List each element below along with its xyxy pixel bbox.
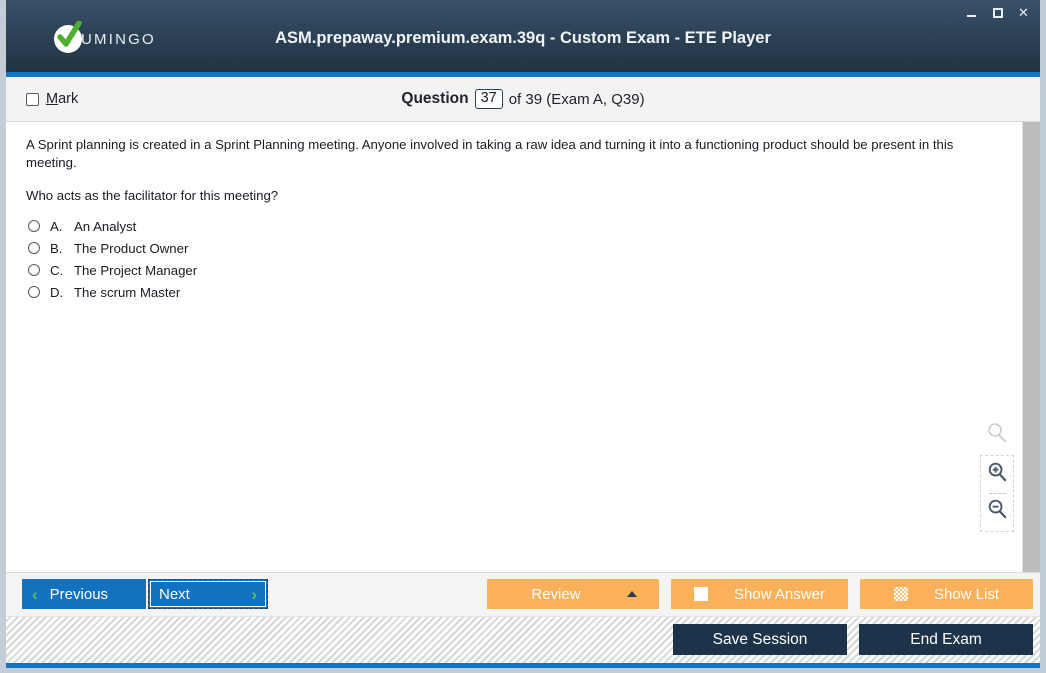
review-label: Review xyxy=(531,585,581,603)
answer-option-d[interactable]: D. The scrum Master xyxy=(26,285,1006,300)
window-title: ASM.prepaway.premium.exam.39q - Custom E… xyxy=(275,29,771,47)
answer-option-c[interactable]: C. The Project Manager xyxy=(26,263,1006,278)
footer-accent-bar xyxy=(6,663,1040,668)
question-counter: Question 37 of 39 (Exam A, Q39) xyxy=(6,88,1040,110)
zoom-buttons-panel xyxy=(980,455,1014,532)
mark-label: Mark xyxy=(46,91,78,107)
answer-option-a[interactable]: A. An Analyst xyxy=(26,219,1006,234)
current-question-number[interactable]: 37 xyxy=(474,88,503,110)
radio-icon[interactable] xyxy=(28,264,40,277)
counter-total-label: of 39 (Exam A, Q39) xyxy=(508,90,645,108)
mark-question-checkbox[interactable]: Mark xyxy=(26,91,78,107)
option-letter: C. xyxy=(50,262,64,278)
previous-label: Previous xyxy=(49,585,109,603)
option-text: The scrum Master xyxy=(74,284,181,300)
review-button[interactable]: Review xyxy=(487,579,659,609)
minimize-icon[interactable] xyxy=(963,4,980,21)
mark-label-rest: ark xyxy=(58,91,79,107)
option-text: The Product Owner xyxy=(74,240,189,256)
option-letter: D. xyxy=(50,284,64,300)
zoom-tool-palette xyxy=(980,422,1014,532)
exam-player-window: UMINGO ASM.prepaway.premium.exam.39q - C… xyxy=(0,0,1046,673)
question-content-area: A Sprint planning is created in a Sprint… xyxy=(6,122,1040,572)
option-letter: A. xyxy=(50,218,63,234)
chevron-right-icon: › xyxy=(251,584,257,604)
show-list-button[interactable]: Show List xyxy=(860,579,1033,609)
previous-button[interactable]: ‹ Previous xyxy=(22,579,146,609)
window-controls: ✕ xyxy=(963,4,1032,21)
show-answer-label: Show Answer xyxy=(734,585,825,603)
footer-bar: Save Session End Exam xyxy=(6,616,1040,668)
title-bar: UMINGO ASM.prepaway.premium.exam.39q - C… xyxy=(6,0,1040,72)
question-body: A Sprint planning is created in a Sprint… xyxy=(6,122,1022,572)
magnifier-icon xyxy=(980,422,1014,449)
show-list-label: Show List xyxy=(933,585,1000,603)
question-stem: A Sprint planning is created in a Sprint… xyxy=(26,137,954,170)
close-icon[interactable]: ✕ xyxy=(1015,4,1032,21)
answer-options-list: A. An Analyst B. The Product Owner C. Th… xyxy=(26,219,1006,300)
answer-option-b[interactable]: B. The Product Owner xyxy=(26,241,1006,256)
content-scrollbar[interactable] xyxy=(1022,122,1040,572)
option-letter: B. xyxy=(50,240,63,256)
radio-icon[interactable] xyxy=(28,220,40,233)
show-answer-button[interactable]: Show Answer xyxy=(671,579,848,609)
navigation-toolbar: ‹ Previous Next › Review Show Answer Sho… xyxy=(6,572,1040,616)
chevron-left-icon: ‹ xyxy=(32,584,38,604)
end-exam-button[interactable]: End Exam xyxy=(859,624,1033,655)
zoom-out-icon[interactable] xyxy=(987,499,1008,525)
radio-icon[interactable] xyxy=(28,286,40,299)
option-text: The Project Manager xyxy=(74,262,198,278)
square-icon xyxy=(694,587,709,601)
question-prompt: Who acts as the facilitator for this mee… xyxy=(26,187,279,203)
maximize-icon[interactable] xyxy=(989,4,1006,21)
question-status-bar: Mark Question 37 of 39 (Exam A, Q39) xyxy=(6,77,1040,122)
mark-accelerator: M xyxy=(46,91,59,107)
checkbox-box[interactable] xyxy=(26,92,39,106)
chevron-up-icon xyxy=(627,591,637,597)
zoom-in-icon[interactable] xyxy=(987,462,1008,488)
next-button[interactable]: Next › xyxy=(148,579,268,609)
save-session-button[interactable]: Save Session xyxy=(673,624,847,655)
radio-icon[interactable] xyxy=(28,242,40,255)
next-label: Next xyxy=(159,585,190,603)
counter-word: Question xyxy=(401,90,469,107)
square-dashed-icon xyxy=(893,587,908,601)
option-text: An Analyst xyxy=(74,218,137,234)
palette-divider xyxy=(988,493,1006,494)
